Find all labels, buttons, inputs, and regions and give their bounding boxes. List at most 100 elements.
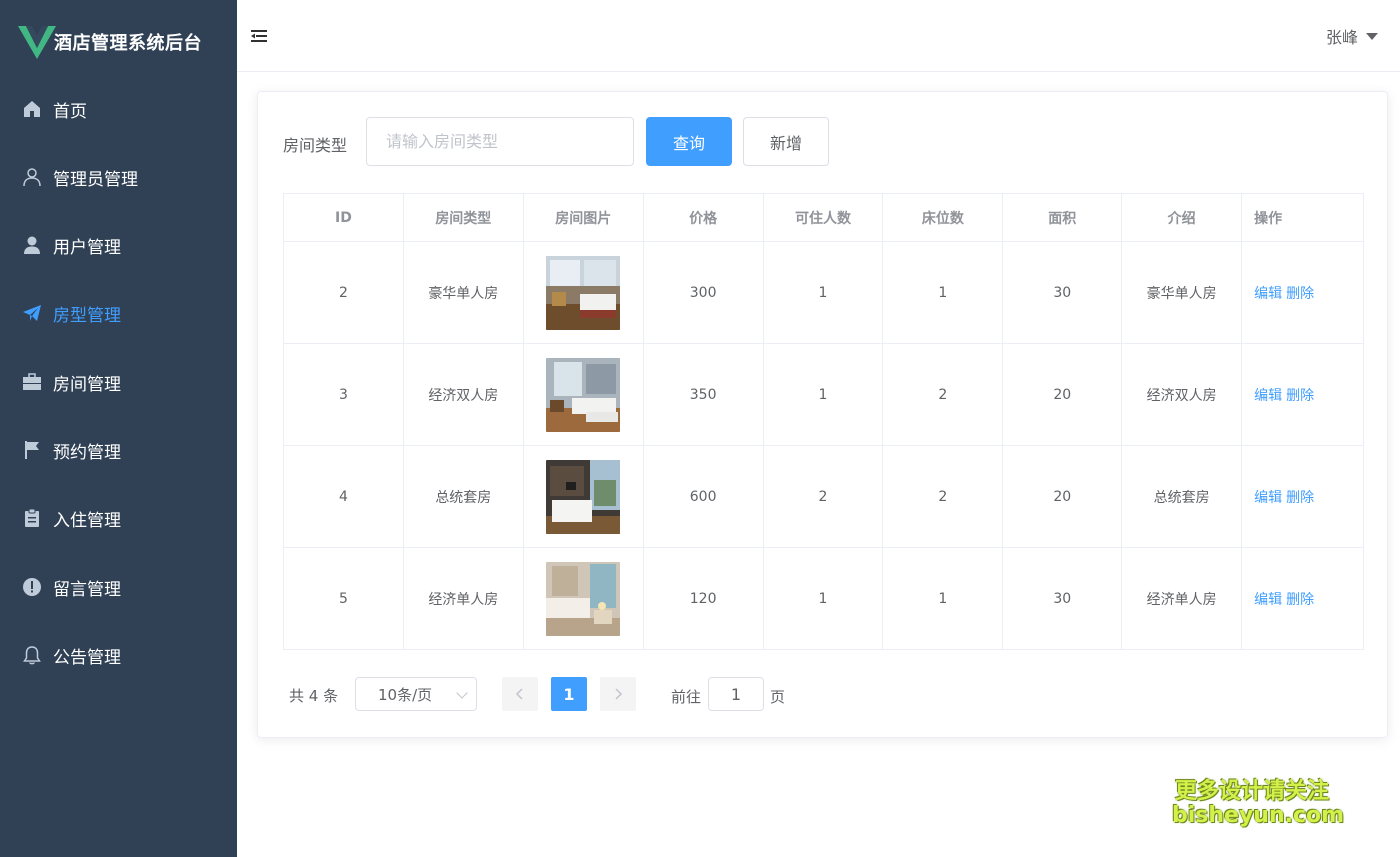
cell-beds: 2: [882, 445, 1004, 548]
cell-price: 350: [642, 343, 764, 446]
sidebar-toggle-icon[interactable]: [251, 28, 267, 44]
table-row: 4 总统套房 600 2 2 20 总统套房 编辑 删除: [283, 445, 1364, 548]
edit-link[interactable]: 编辑: [1254, 286, 1282, 302]
sidebar-item-label: 留言管理: [53, 579, 121, 600]
cell-beds: 2: [882, 343, 1004, 446]
edit-link[interactable]: 编辑: [1254, 592, 1282, 608]
cell-id: 3: [283, 343, 404, 446]
room-photo[interactable]: [546, 357, 621, 432]
prev-page-button[interactable]: [502, 677, 538, 711]
query-button[interactable]: 查询: [646, 117, 732, 166]
pagination: 共 4 条 10条/页 1 前往 页: [283, 677, 1364, 711]
sidebar-item-room-types[interactable]: 房型管理: [0, 285, 237, 341]
sidebar-item-label: 用户管理: [53, 237, 121, 258]
sidebar: 酒店管理系统后台 首页 管理员管理 用户管理 房型管理 房间管理 预约管理 入住…: [0, 0, 237, 857]
warning-circle-icon: [22, 577, 42, 597]
watermark: 更多设计请关注 bisheyun.com: [1172, 779, 1344, 828]
table-row: 5 经济单人房 120 1 1 30 经济单人房 编辑 删除: [283, 547, 1364, 650]
cell-id: 4: [283, 445, 404, 548]
home-icon: [22, 99, 42, 119]
room-photo[interactable]: [546, 459, 621, 534]
cell-image: [522, 241, 644, 344]
cell-type: 经济双人房: [402, 343, 524, 446]
cell-intro: 经济双人房: [1121, 343, 1243, 446]
cell-type: 豪华单人房: [402, 241, 524, 344]
sidebar-item-announcements[interactable]: 公告管理: [0, 627, 237, 683]
vue-logo-icon: [18, 26, 56, 59]
cell-type: 总统套房: [402, 445, 524, 548]
cell-capacity: 1: [762, 547, 884, 650]
add-button[interactable]: 新增: [743, 117, 829, 166]
room-type-label: 房间类型: [283, 136, 348, 155]
top-header: 张峰: [237, 0, 1400, 72]
cell-actions: 编辑 删除: [1241, 445, 1364, 548]
pagination-total: 共 4 条: [289, 687, 339, 705]
delete-link[interactable]: 删除: [1286, 490, 1314, 506]
page-number-button[interactable]: 1: [551, 677, 587, 711]
table-row: 2 豪华单人房 300 1 1 30 豪华单人房 编辑 删除: [283, 241, 1364, 344]
app-title: 酒店管理系统后台: [54, 33, 202, 54]
room-photo[interactable]: [546, 255, 621, 330]
user-outline-icon: [22, 167, 42, 187]
sidebar-item-home[interactable]: 首页: [0, 81, 237, 137]
user-menu[interactable]: 张峰: [1326, 24, 1378, 48]
room-type-search-input[interactable]: [366, 117, 634, 166]
cell-image: [522, 445, 644, 548]
next-page-button[interactable]: [600, 677, 636, 711]
column-header: 房间类型: [402, 193, 524, 242]
cell-capacity: 1: [762, 241, 884, 344]
sidebar-item-messages[interactable]: 留言管理: [0, 559, 237, 615]
table-header-row: ID 房间类型 房间图片 价格 可住人数 床位数 面积 介绍 操作: [283, 193, 1364, 242]
user-name: 张峰: [1325, 28, 1358, 47]
briefcase-icon: [22, 372, 42, 392]
sidebar-item-checkin[interactable]: 入住管理: [0, 490, 237, 546]
table-row: 3 经济双人房 350 1 2 20 经济双人房 编辑 删除: [283, 343, 1364, 446]
paper-plane-icon: [22, 303, 42, 323]
cell-beds: 1: [882, 547, 1004, 650]
sidebar-item-users[interactable]: 用户管理: [0, 217, 237, 273]
goto-suffix: 页: [770, 688, 786, 706]
cell-id: 5: [283, 547, 404, 650]
cell-area: 20: [1002, 445, 1123, 548]
sidebar-item-label: 房型管理: [53, 305, 121, 326]
page-size-value: 10条/页: [378, 685, 433, 704]
column-header: 操作: [1241, 193, 1364, 242]
column-header: 价格: [642, 193, 764, 242]
sidebar-item-label: 首页: [53, 101, 87, 122]
edit-link[interactable]: 编辑: [1254, 388, 1282, 404]
cell-area: 20: [1002, 343, 1123, 446]
chevron-left-icon: [515, 688, 523, 700]
clipboard-icon: [22, 508, 42, 528]
sidebar-item-rooms[interactable]: 房间管理: [0, 354, 237, 410]
cell-price: 600: [642, 445, 764, 548]
flag-icon: [22, 440, 42, 460]
column-header: ID: [283, 193, 404, 242]
sidebar-item-label: 预约管理: [53, 442, 121, 463]
cell-capacity: 2: [762, 445, 884, 548]
delete-link[interactable]: 删除: [1286, 286, 1314, 302]
cell-actions: 编辑 删除: [1241, 547, 1364, 650]
watermark-line1: 更多设计请关注: [1174, 779, 1329, 804]
chevron-down-icon: [456, 687, 468, 699]
room-photo[interactable]: [546, 561, 621, 636]
cell-price: 120: [642, 547, 764, 650]
sidebar-item-admin[interactable]: 管理员管理: [0, 149, 237, 205]
app-logo[interactable]: 酒店管理系统后台: [18, 22, 202, 62]
goto-label: 前往: [671, 688, 702, 706]
column-header: 面积: [1002, 193, 1123, 242]
cell-capacity: 1: [762, 343, 884, 446]
page-size-select[interactable]: 10条/页: [355, 677, 477, 711]
delete-link[interactable]: 删除: [1286, 388, 1314, 404]
bell-icon: [22, 645, 42, 665]
edit-link[interactable]: 编辑: [1254, 490, 1282, 506]
delete-link[interactable]: 删除: [1286, 592, 1314, 608]
cell-price: 300: [642, 241, 764, 344]
cell-beds: 1: [882, 241, 1004, 344]
cell-actions: 编辑 删除: [1241, 343, 1364, 446]
cell-image: [522, 547, 644, 650]
content-card: 房间类型 查询 新增 ID 房间类型 房间图片 价格 可住人数 床位数 面积 介…: [257, 91, 1388, 738]
goto-page-input[interactable]: [708, 677, 764, 711]
sidebar-item-label: 管理员管理: [53, 169, 138, 190]
column-header: 介绍: [1121, 193, 1243, 242]
sidebar-item-reservations[interactable]: 预约管理: [0, 422, 237, 478]
